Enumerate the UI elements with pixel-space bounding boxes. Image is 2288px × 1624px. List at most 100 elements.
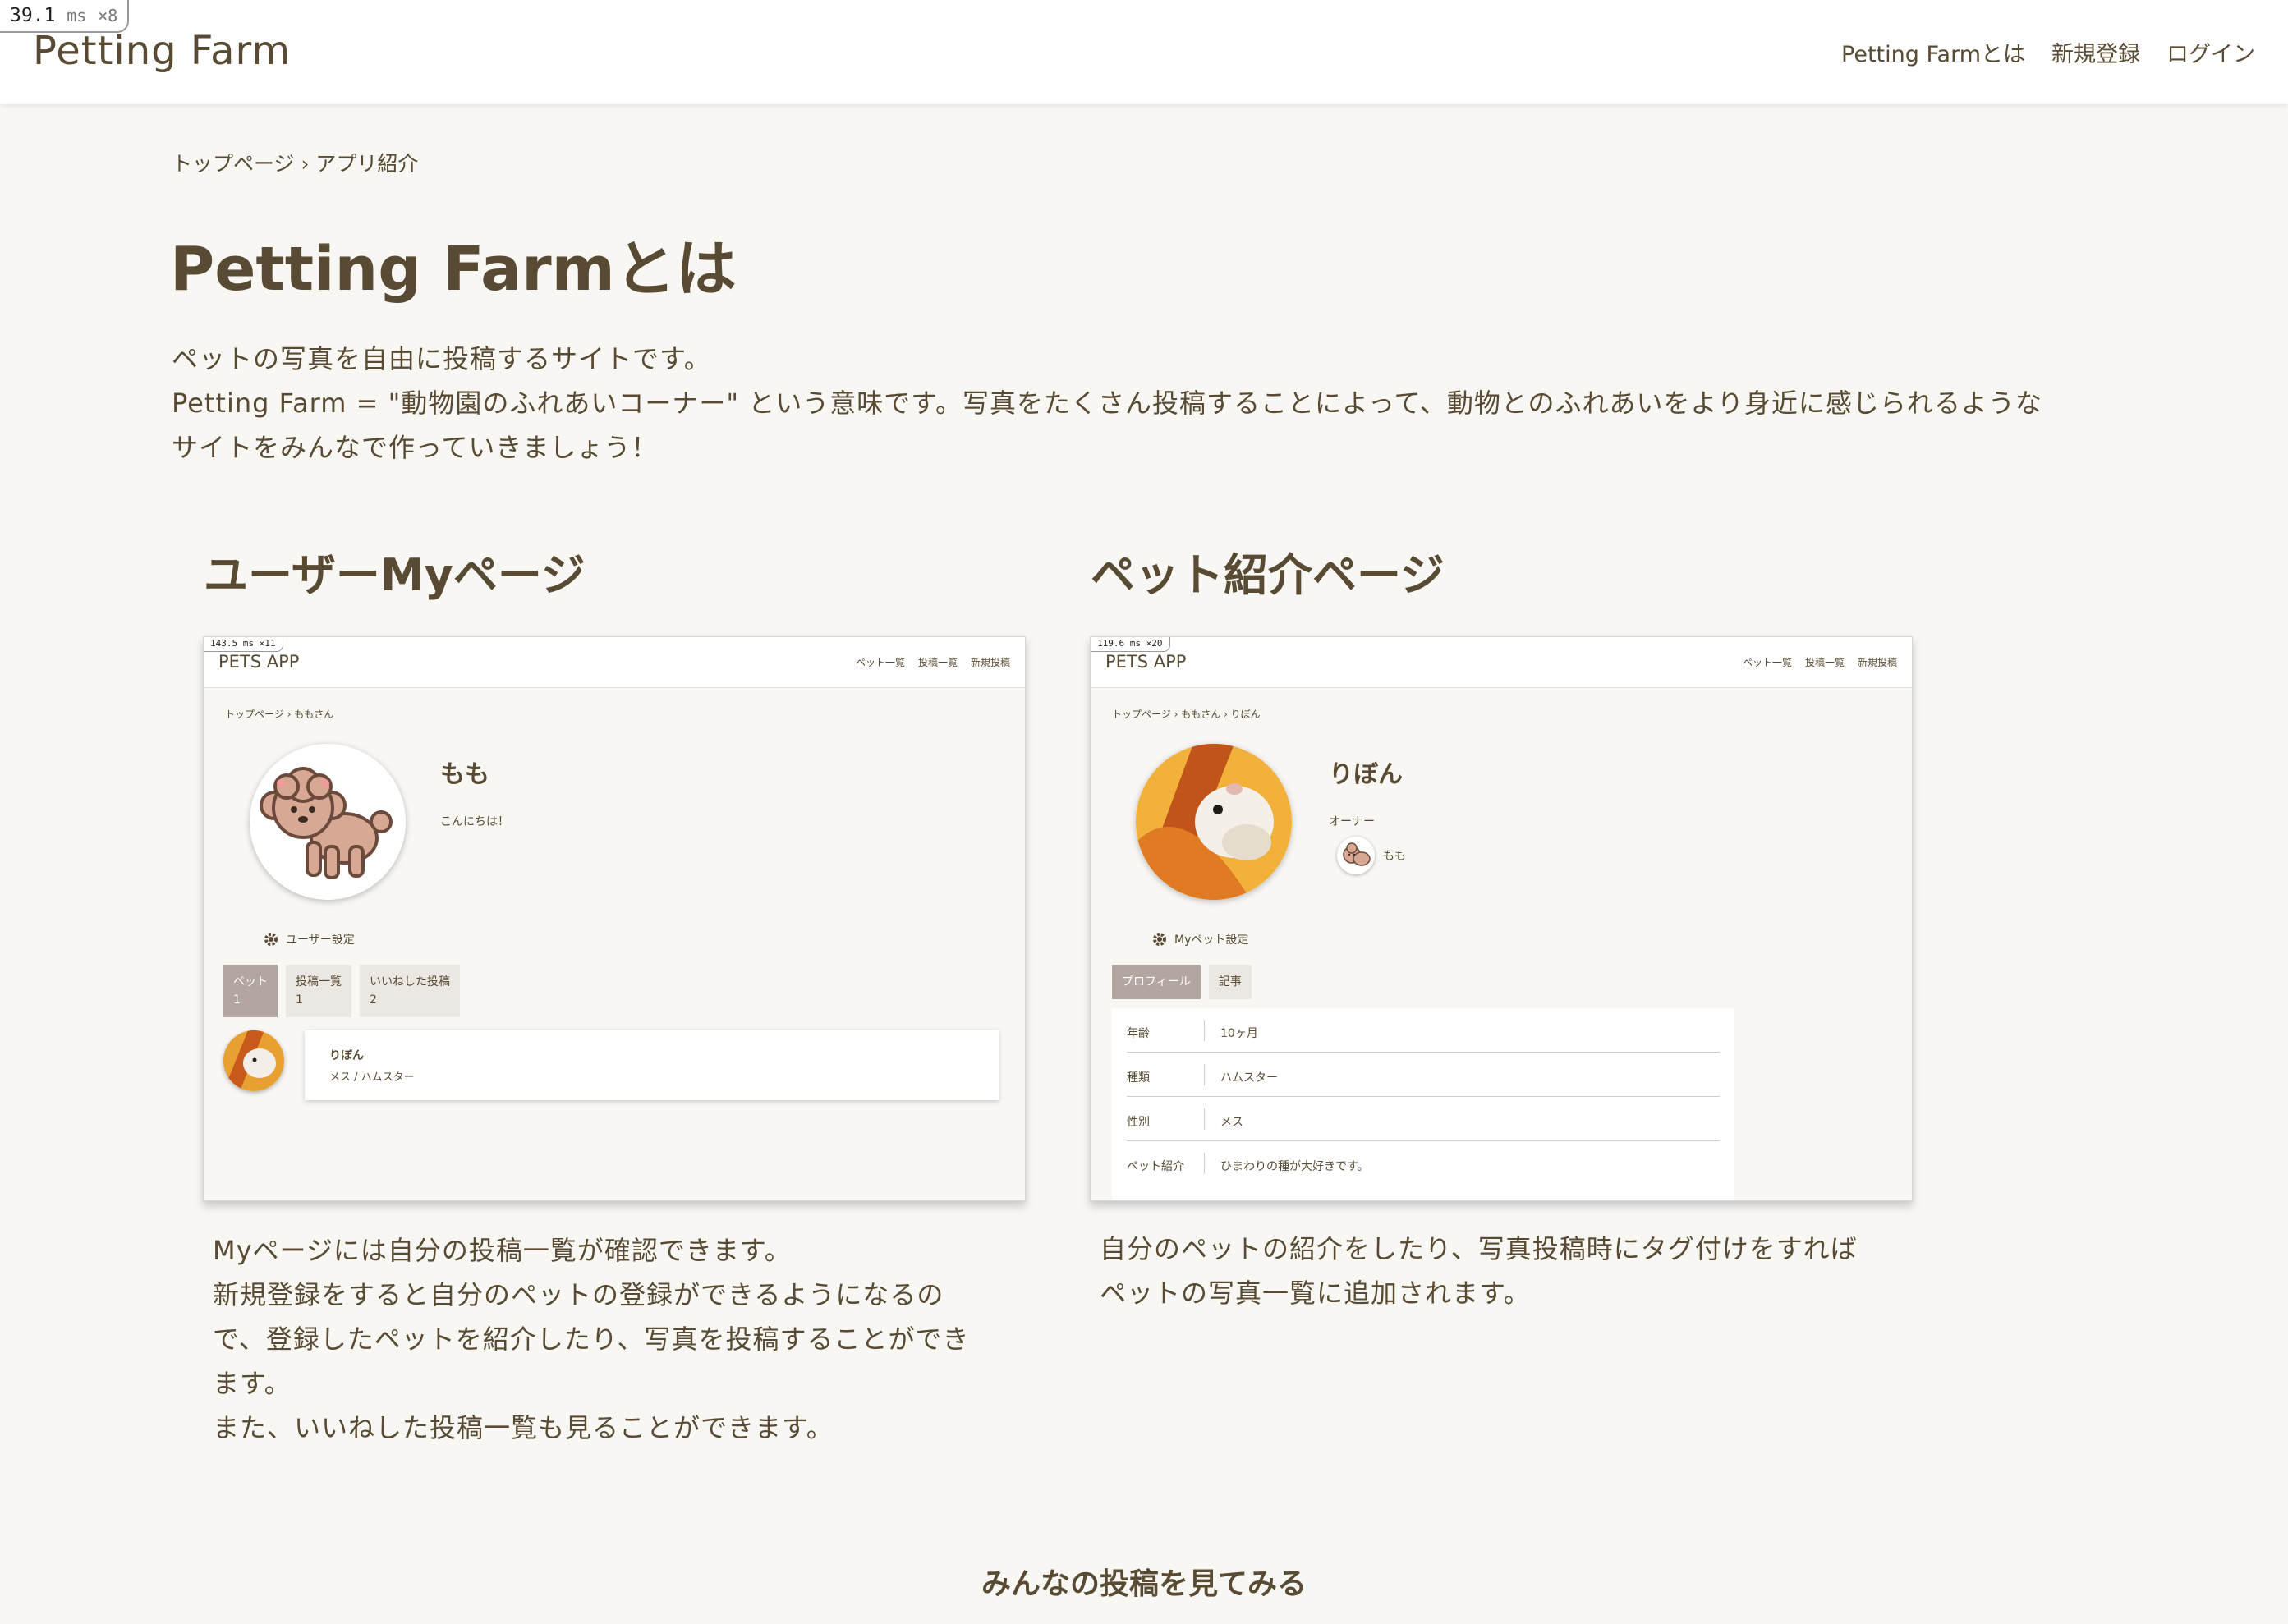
row-divider — [1204, 1064, 1205, 1085]
profile-row: 種類 ハムスター — [1127, 1053, 1720, 1097]
site-logo[interactable]: Petting Farm — [33, 28, 291, 74]
pet-name: りぼん — [1329, 760, 1403, 789]
tab-posts: 投稿一覧 1 — [286, 965, 351, 1017]
intro-line: ペットの写真を自由に投稿するサイトです。 — [172, 343, 711, 374]
tab-label: いいねした投稿 — [370, 975, 450, 989]
mini-nav-item: ペット一覧 — [1742, 657, 1792, 668]
pet-card-sub: メス / ハムスター — [329, 1071, 415, 1084]
tab-count: 1 — [233, 993, 241, 1007]
page-title: Petting Farmとは — [170, 234, 737, 305]
view-all-posts-link[interactable]: みんなの投稿を見てみる — [0, 1560, 2288, 1603]
hamster-avatar — [1136, 744, 1292, 900]
nav-login-link[interactable]: ログイン — [2166, 36, 2255, 68]
profile-value: 10ヶ月 — [1220, 1027, 1258, 1040]
hamster-photo — [1136, 744, 1292, 900]
profile-value: ひまわりの種が大好きです。 — [1220, 1160, 1369, 1173]
poodle-illustration — [260, 767, 393, 879]
profile-key: 種類 — [1127, 1071, 1150, 1085]
desc-line: 新規登録をすると自分のペットの登録ができるようになるの — [213, 1279, 944, 1310]
mini-brand: PETS APP — [218, 652, 300, 672]
user-name: もも — [440, 760, 489, 789]
row-divider — [1204, 1108, 1205, 1130]
tab-label: 投稿一覧 — [296, 975, 342, 989]
pet-card-name: りぼん — [329, 1049, 364, 1062]
user-settings-label: ユーザー設定 — [286, 934, 355, 947]
mini-perf-value: 119.6 — [1097, 638, 1125, 649]
gear-icon — [264, 933, 278, 946]
section-title-mypage: ユーザーMyページ — [204, 549, 586, 601]
mini-perf-unit: ms — [242, 638, 254, 649]
mini-perf-mult: ×11 — [259, 638, 276, 649]
mini-nav-item: ペット一覧 — [855, 657, 905, 668]
pet-card: りぼん メス / ハムスター — [305, 1030, 999, 1100]
gear-icon — [1153, 933, 1166, 946]
site-header: 39.1 ms ×8 Petting Farm Petting Farmとは 新… — [0, 0, 2288, 104]
pet-tabs: プロフィール 記事 — [1112, 965, 1252, 999]
tab-count: 1 — [296, 993, 303, 1007]
desc-line: 自分のペットの紹介をしたり、写真投稿時にタグ付けをすれば — [1100, 1233, 1858, 1264]
tab-pets: ペット 1 — [223, 965, 278, 1017]
poodle-illustration — [1343, 842, 1371, 866]
profile-row: ペット紹介 ひまわりの種が大好きです。 — [1127, 1141, 1720, 1186]
desc-line: ます。 — [213, 1368, 292, 1399]
profile-row: 性別 メス — [1127, 1097, 1720, 1141]
mypage-description: Myページには自分の投稿一覧が確認できます。 新規登録をすると自分のペットの登録… — [213, 1228, 969, 1450]
intro-text: ペットの写真を自由に投稿するサイトです。 Petting Farm = "動物園… — [172, 337, 2143, 470]
mini-perf-mult: ×20 — [1146, 638, 1163, 649]
tab-label: ペット — [233, 975, 268, 989]
mini-nav-item: 新規投稿 — [970, 657, 1010, 668]
profile-key: 性別 — [1127, 1116, 1150, 1129]
mypage-screenshot: 143.5 ms ×11 PETS APP ペット一覧 投稿一覧 新規投稿 トッ… — [203, 636, 1026, 1201]
pet-page-screenshot: 119.6 ms ×20 PETS APP ペット一覧 投稿一覧 新規投稿 トッ… — [1090, 636, 1913, 1201]
mypage-tabs: ペット 1 投稿一覧 1 いいねした投稿 2 — [223, 965, 460, 1017]
mini-perf-unit: ms — [1129, 638, 1141, 649]
nav-signup-link[interactable]: 新規登録 — [2051, 36, 2140, 68]
desc-line: Myページには自分の投稿一覧が確認できます。 — [213, 1235, 792, 1266]
mini-breadcrumb: トップページ › ももさん › りぼん — [1112, 709, 1261, 720]
hamster-photo — [223, 1030, 284, 1091]
profile-value: メス — [1220, 1116, 1243, 1129]
profile-row: 年齢 10ヶ月 — [1127, 1008, 1720, 1053]
owner-avatar — [1337, 837, 1375, 874]
mini-perf-value: 143.5 — [210, 638, 238, 649]
tab-count: 2 — [370, 993, 377, 1007]
mini-breadcrumb: トップページ › ももさん — [225, 709, 334, 720]
mini-nav-item: 投稿一覧 — [917, 657, 958, 668]
hamster-thumb — [223, 1030, 284, 1091]
profile-key: 年齢 — [1127, 1027, 1150, 1040]
perf-unit: ms — [67, 6, 87, 25]
profile-key: ペット紹介 — [1127, 1160, 1184, 1173]
pet-settings-label: Myペット設定 — [1174, 934, 1249, 947]
mini-perf-badge: 143.5 ms ×11 — [204, 637, 283, 652]
mini-header: 143.5 ms ×11 PETS APP ペット一覧 投稿一覧 新規投稿 — [204, 637, 1025, 688]
mini-nav-item: 新規投稿 — [1857, 657, 1897, 668]
section-title-pet-page: ペット紹介ページ — [1091, 549, 1445, 601]
user-bio: こんにちは！ — [440, 815, 509, 828]
tab-articles: 記事 — [1208, 965, 1252, 999]
mini-brand: PETS APP — [1105, 652, 1187, 672]
nav-about-link[interactable]: Petting Farmとは — [1841, 36, 2025, 68]
mini-nav: ペット一覧 投稿一覧 新規投稿 — [1743, 655, 1897, 669]
row-divider — [1204, 1020, 1205, 1041]
row-divider — [1204, 1153, 1205, 1174]
pet-settings-link: Myペット設定 — [1151, 931, 1248, 947]
owner-name: もも — [1383, 850, 1406, 863]
tab-liked-posts: いいねした投稿 2 — [360, 965, 460, 1017]
intro-line: サイトをみんなで作っていきましょう！ — [172, 432, 659, 463]
mini-perf-badge: 119.6 ms ×20 — [1091, 637, 1170, 652]
pet-page-description: 自分のペットの紹介をしたり、写真投稿時にタグ付けをすれば ペットの写真一覧に追加… — [1100, 1227, 1858, 1315]
intro-line: Petting Farm = "動物園のふれあいコーナー" という意味です。写真… — [172, 388, 2042, 419]
desc-line: で、登録したペットを紹介したり、写真を投稿することができ — [213, 1324, 970, 1355]
perf-mult: ×8 — [98, 6, 118, 25]
pet-profile-table: 年齢 10ヶ月 種類 ハムスター 性別 メス ペット紹介 ひまわりの種が大好きで… — [1112, 1008, 1734, 1200]
mini-nav-item: 投稿一覧 — [1804, 657, 1845, 668]
poodle-avatar — [250, 744, 406, 900]
desc-line: また、いいねした投稿一覧も見ることができます。 — [213, 1412, 834, 1443]
profile-value: ハムスター — [1220, 1071, 1278, 1085]
perf-value: 39.1 — [10, 5, 56, 26]
header-nav: Petting Farmとは 新規登録 ログイン — [1841, 36, 2255, 68]
mini-header: 119.6 ms ×20 PETS APP ペット一覧 投稿一覧 新規投稿 — [1091, 637, 1912, 688]
desc-line: ペットの写真一覧に追加されます。 — [1100, 1278, 1531, 1309]
breadcrumb: トップページ › アプリ紹介 — [172, 152, 419, 176]
tab-profile: プロフィール — [1112, 965, 1201, 999]
